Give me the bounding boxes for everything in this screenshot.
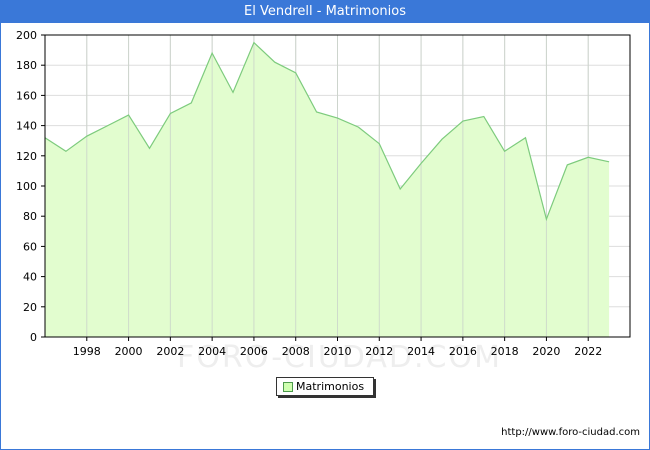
y-tick-label: 40 — [23, 271, 37, 284]
x-tick-label: 2022 — [574, 345, 602, 358]
y-tick-label: 120 — [16, 150, 37, 163]
x-tick-label: 2000 — [115, 345, 143, 358]
x-tick-label: 2020 — [532, 345, 560, 358]
y-tick-label: 100 — [16, 180, 37, 193]
legend: Matrimonios — [276, 377, 374, 396]
y-tick-label: 80 — [23, 210, 37, 223]
x-tick-label: 2012 — [365, 345, 393, 358]
y-tick-label: 0 — [30, 331, 37, 344]
x-tick-label: 2004 — [198, 345, 226, 358]
legend-swatch — [283, 382, 293, 392]
y-tick-label: 180 — [16, 59, 37, 72]
y-tick-label: 200 — [16, 29, 37, 42]
source-url: http://www.foro-ciudad.com — [501, 427, 640, 438]
x-tick-label: 2014 — [407, 345, 435, 358]
y-tick-label: 160 — [16, 89, 37, 102]
x-tick-label: 2016 — [449, 345, 477, 358]
y-tick-label: 20 — [23, 301, 37, 314]
y-tick-label: 140 — [16, 120, 37, 133]
x-tick-label: 2006 — [240, 345, 268, 358]
x-tick-label: 2008 — [282, 345, 310, 358]
x-tick-label: 1998 — [73, 345, 101, 358]
x-tick-label: 2002 — [156, 345, 184, 358]
x-tick-label: 2010 — [324, 345, 352, 358]
y-tick-label: 60 — [23, 240, 37, 253]
x-tick-label: 2018 — [491, 345, 519, 358]
legend-label: Matrimonios — [296, 380, 365, 393]
